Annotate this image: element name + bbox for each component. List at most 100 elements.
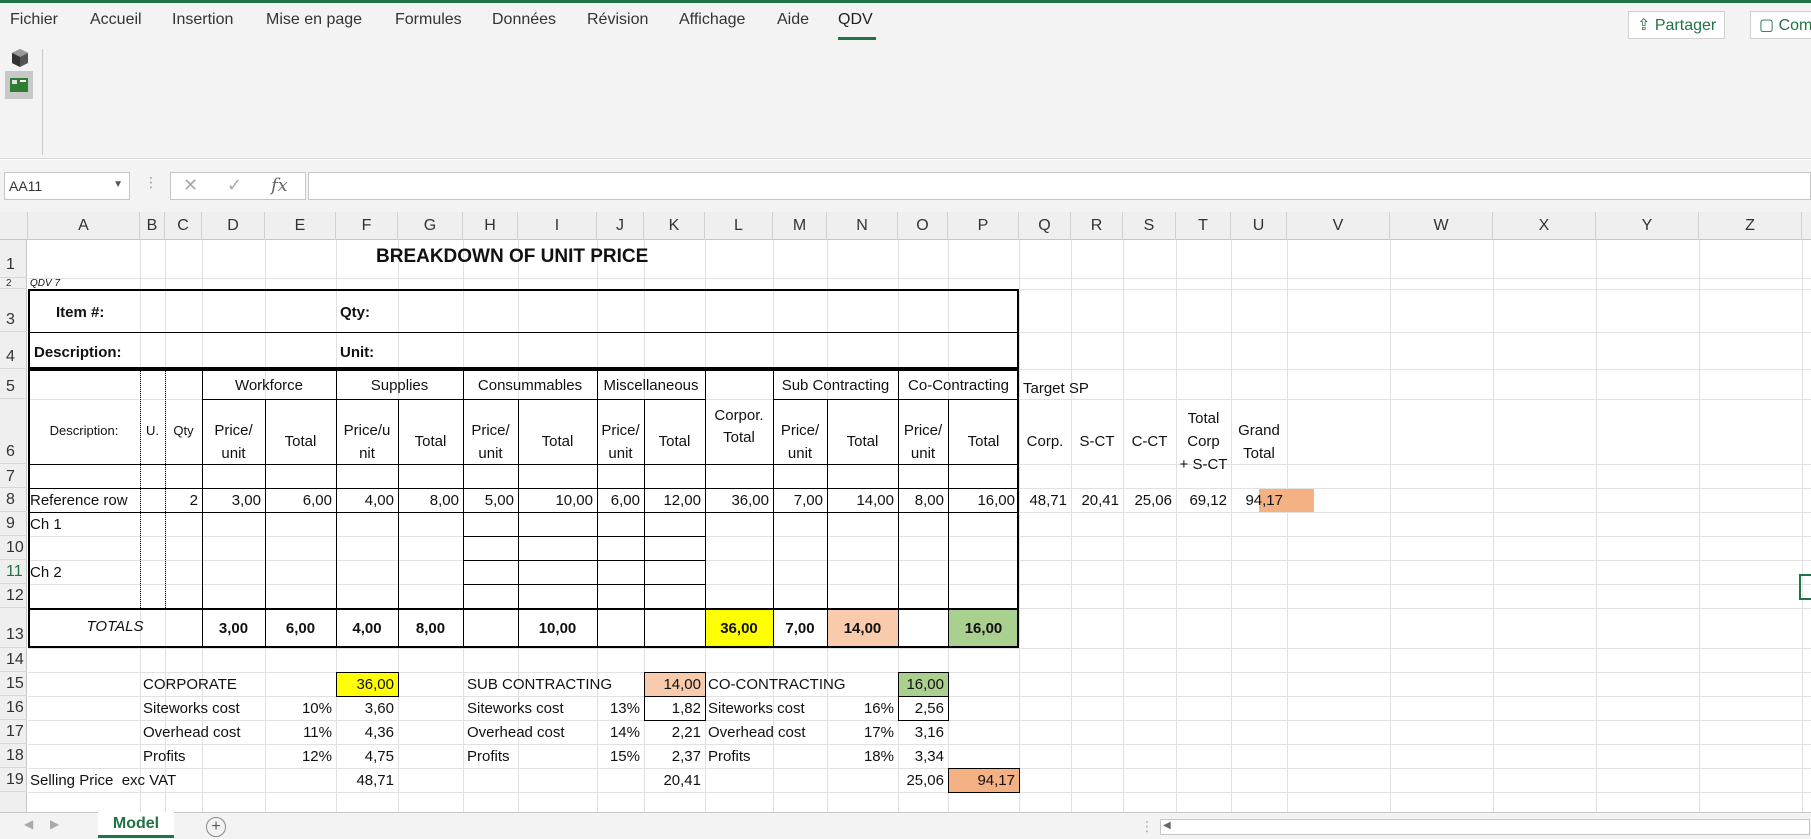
sheet-title: BREAKDOWN OF UNIT PRICE <box>376 246 649 267</box>
menu-revision[interactable]: Révision <box>587 11 648 29</box>
active-cell-selection[interactable] <box>1799 574 1811 600</box>
spreadsheet-grid[interactable]: BREAKDOWN OF UNIT PRICE QDV 7 Item #: Qt… <box>28 240 1811 812</box>
row-header-3[interactable]: 3 <box>0 289 27 332</box>
cancel-icon[interactable]: ✕ <box>183 175 198 196</box>
column-header-p[interactable]: P <box>948 212 1019 240</box>
corp-overhead-label: Overhead cost <box>143 724 241 741</box>
menu-donnees[interactable]: Données <box>492 11 556 29</box>
co-siteworks-pct: 16% <box>863 700 894 717</box>
menu-accueil[interactable]: Accueil <box>90 11 142 29</box>
column-header-m[interactable]: M <box>773 212 827 240</box>
column-header-e[interactable]: E <box>265 212 336 240</box>
row-header-16[interactable]: 16 <box>0 696 27 720</box>
sub-price-header-1: Price/ <box>780 422 820 439</box>
tot-sub-price: 7,00 <box>785 620 815 637</box>
scroll-left-icon[interactable]: ◀ <box>1163 820 1171 831</box>
row-header-9[interactable]: 9 <box>0 512 27 536</box>
comments-button[interactable]: ▢ Com <box>1750 11 1811 39</box>
share-button[interactable]: ⇪ Partager <box>1628 11 1726 39</box>
corp-siteworks-val: 3,60 <box>364 700 394 717</box>
menu-fichier[interactable]: Fichier <box>10 11 58 29</box>
chapter-2-label: Ch 2 <box>30 564 62 581</box>
horizontal-scrollbar[interactable]: ◀ <box>1160 819 1810 835</box>
sheet-tab-model[interactable]: Model <box>98 812 174 838</box>
co-value: 16,00 <box>906 676 944 693</box>
column-header-s[interactable]: S <box>1123 212 1176 240</box>
column-header-z[interactable]: Z <box>1699 212 1802 240</box>
sup-price-header-2: nit <box>359 445 375 462</box>
tab-prev-icon[interactable]: ◀ <box>24 817 33 831</box>
sub-siteworks-pct: 13% <box>609 700 640 717</box>
wf-price-header-1: Price/ <box>214 422 253 439</box>
column-header-d[interactable]: D <box>202 212 265 240</box>
row-header-13[interactable]: 13 <box>0 608 27 648</box>
enter-icon[interactable]: ✓ <box>227 175 242 196</box>
add-sheet-icon[interactable]: + <box>206 817 226 837</box>
column-header-f[interactable]: F <box>336 212 398 240</box>
menu-aide[interactable]: Aide <box>777 11 809 29</box>
row-header-12[interactable]: 12 <box>0 584 27 608</box>
column-header-w[interactable]: W <box>1390 212 1493 240</box>
menu-formules[interactable]: Formules <box>395 11 462 29</box>
row-header-17[interactable]: 17 <box>0 720 27 744</box>
ref-sup-price: 4,00 <box>364 492 394 509</box>
column-header-q[interactable]: Q <box>1019 212 1071 240</box>
formula-input[interactable] <box>308 172 1811 200</box>
ref-con-total: 10,00 <box>555 492 593 509</box>
ref-co-total: 16,00 <box>977 492 1015 509</box>
total-corp-header-2: Corp <box>1187 433 1220 450</box>
ref-con-price: 5,00 <box>484 492 514 509</box>
header-qty: Qty <box>173 423 194 438</box>
row-header-4[interactable]: 4 <box>0 332 27 369</box>
tab-next-icon[interactable]: ▶ <box>50 817 59 831</box>
tot-sup-price: 4,00 <box>352 620 382 637</box>
column-header-j[interactable]: J <box>597 212 644 240</box>
column-header-c[interactable]: C <box>165 212 202 240</box>
chevron-down-icon[interactable]: ▼ <box>113 179 123 190</box>
row-header-11[interactable]: 11 <box>0 560 27 584</box>
select-all-corner[interactable] <box>0 212 28 240</box>
menu-mise-en-page[interactable]: Mise en page <box>266 11 362 29</box>
row-header-15[interactable]: 15 <box>0 672 27 696</box>
row-header-19[interactable]: 19 <box>0 768 27 792</box>
column-header-h[interactable]: H <box>463 212 518 240</box>
tot-wf-total: 6,00 <box>285 620 316 637</box>
row-header-6[interactable]: 6 <box>0 399 27 464</box>
row-header-14[interactable]: 14 <box>0 648 27 672</box>
column-header-v[interactable]: V <box>1287 212 1390 240</box>
column-header-n[interactable]: N <box>827 212 898 240</box>
column-header-a[interactable]: A <box>28 212 140 240</box>
insert-function-icon[interactable]: fx <box>271 175 288 196</box>
menu-insertion[interactable]: Insertion <box>172 11 233 29</box>
column-header-y[interactable]: Y <box>1596 212 1699 240</box>
column-header-x[interactable]: X <box>1493 212 1596 240</box>
column-header-k[interactable]: K <box>644 212 705 240</box>
column-header-i[interactable]: I <box>518 212 597 240</box>
name-box[interactable]: AA11 ▼ <box>4 172 130 200</box>
row-header-2[interactable]: 2 <box>0 278 27 289</box>
row-header-8[interactable]: 8 <box>0 488 27 512</box>
split-handle-icon[interactable]: ⋮ <box>1140 818 1154 835</box>
menu-qdv[interactable]: QDV <box>838 11 873 29</box>
sub-total-header: Total <box>846 433 879 450</box>
description-label: Description: <box>34 344 122 361</box>
qdv-cube-icon[interactable] <box>8 46 32 70</box>
row-header-10[interactable]: 10 <box>0 536 27 560</box>
ribbon-tabs: Fichier Accueil Insertion Mise en page F… <box>0 3 1811 41</box>
qdv-sheet-button[interactable] <box>5 71 33 99</box>
column-header-t[interactable]: T <box>1176 212 1231 240</box>
column-header-u[interactable]: U <box>1231 212 1287 240</box>
column-header-o[interactable]: O <box>898 212 948 240</box>
row-header-7[interactable]: 7 <box>0 464 27 488</box>
row-header-1[interactable]: 1 <box>0 240 27 278</box>
menu-affichage[interactable]: Affichage <box>679 11 745 29</box>
ref-t-sct: 20,41 <box>1081 492 1119 509</box>
column-header-l[interactable]: L <box>705 212 773 240</box>
ref-sup-total: 8,00 <box>429 492 459 509</box>
row-header-5[interactable]: 5 <box>0 369 27 399</box>
column-header-g[interactable]: G <box>398 212 463 240</box>
header-sub-contracting: Sub Contracting <box>781 377 890 394</box>
column-header-r[interactable]: R <box>1071 212 1123 240</box>
row-header-18[interactable]: 18 <box>0 744 27 768</box>
column-header-b[interactable]: B <box>140 212 165 240</box>
